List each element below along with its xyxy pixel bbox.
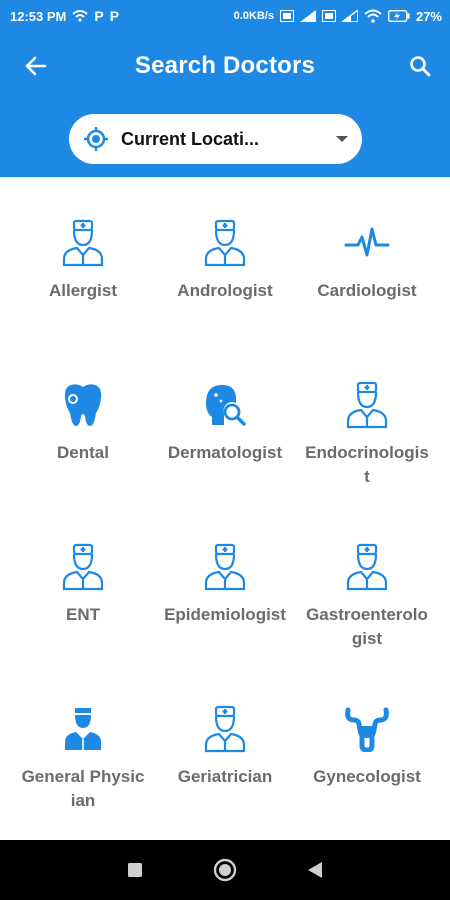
p-icon: P	[94, 8, 104, 24]
back-nav-button[interactable]	[295, 850, 335, 890]
app-bar: Search Doctors Current Locati...	[0, 32, 450, 177]
specialty-label: Gynecologist	[313, 767, 421, 786]
specialty-label: Gastroenterologist	[306, 605, 428, 648]
skin-search-icon	[201, 381, 249, 429]
page-title: Search Doctors	[134, 52, 316, 79]
specialty-label: Allergist	[48, 281, 118, 300]
specialty-epidemiologist[interactable]: Epidemiologist	[150, 501, 300, 663]
specialty-endocrinologist[interactable]: Endocrinologist	[292, 339, 442, 501]
specialty-dermatologist[interactable]: Dermatologist	[150, 339, 300, 501]
specialty-geriatrician[interactable]: Geriatrician	[150, 663, 300, 825]
battery-percent: 27%	[415, 8, 442, 24]
specialty-label: Cardiologist	[317, 281, 417, 300]
status-bar: 12:53 PM P P 0.0KB/s 27%	[0, 0, 450, 32]
specialty-label: Dermatologist	[167, 443, 283, 462]
specialty-label: Andrologist	[177, 281, 273, 300]
specialty-label: Endocrinologist	[305, 443, 429, 486]
specialty-andrologist[interactable]: Andrologist	[150, 177, 300, 339]
specialty-label: Dental	[57, 443, 109, 462]
triangle-back-icon	[308, 862, 322, 878]
system-nav-bar	[0, 840, 450, 900]
doctor-icon	[201, 219, 249, 267]
status-bar-left: 12:53 PM P P	[10, 8, 119, 24]
specialty-allergist[interactable]: Allergist	[8, 177, 158, 339]
search-button[interactable]	[404, 50, 436, 82]
doctor-icon	[343, 381, 391, 429]
home-button[interactable]	[205, 850, 245, 890]
wifi-icon	[364, 9, 382, 23]
signal-icon	[341, 10, 358, 22]
circle-icon	[213, 858, 237, 882]
specialty-gynecologist[interactable]: Gynecologist	[292, 663, 442, 825]
specialty-grid: Allergist Andrologist Cardiologist Denta…	[0, 177, 450, 840]
specialty-dental[interactable]: Dental	[8, 339, 158, 501]
location-label: Current Locati...	[121, 128, 260, 149]
my-location-icon	[84, 127, 108, 151]
uterus-icon	[343, 705, 391, 753]
network-speed: 0.0KB/s	[233, 10, 274, 22]
specialty-general-physician[interactable]: General Physician	[8, 663, 158, 825]
search-icon	[410, 56, 431, 77]
signal-icon	[299, 10, 316, 22]
caret-down-icon	[336, 136, 348, 142]
p-icon: P	[109, 8, 120, 24]
tooth-icon	[59, 381, 107, 429]
specialty-label: Epidemiologist	[164, 605, 286, 624]
square-icon	[128, 863, 142, 877]
status-time: 12:53 PM	[10, 8, 67, 24]
specialty-label: ENT	[66, 605, 100, 624]
doctor-icon	[201, 543, 249, 591]
physician-icon	[59, 705, 107, 753]
battery-charging-icon	[387, 10, 410, 22]
vowifi-icon	[321, 10, 336, 22]
vowifi-icon	[279, 10, 294, 22]
specialty-cardiologist[interactable]: Cardiologist	[292, 177, 442, 339]
location-selector[interactable]: Current Locati...	[69, 114, 362, 164]
recents-button[interactable]	[115, 850, 155, 890]
doctor-icon	[59, 543, 107, 591]
doctor-icon	[59, 219, 107, 267]
specialty-label: General Physician	[21, 767, 145, 810]
doctor-icon	[343, 543, 391, 591]
wifi-share-icon	[72, 10, 89, 22]
specialty-gastroenterologist[interactable]: Gastroenterologist	[292, 501, 442, 663]
specialty-ent[interactable]: ENT	[8, 501, 158, 663]
heartbeat-icon	[343, 219, 391, 267]
specialty-label: Geriatrician	[177, 767, 273, 786]
status-bar-right: 0.0KB/s 27%	[234, 9, 442, 24]
doctor-icon	[201, 705, 249, 753]
